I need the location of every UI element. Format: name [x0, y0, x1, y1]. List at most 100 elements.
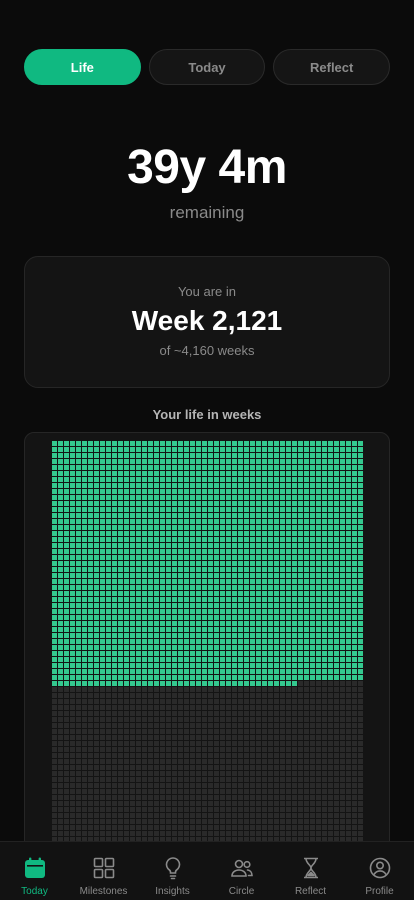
week-cell-lived — [340, 477, 345, 482]
nav-item-today[interactable]: Today — [0, 842, 69, 900]
week-cell-lived — [106, 561, 111, 566]
week-cell-lived — [190, 465, 195, 470]
week-cell-lived — [166, 597, 171, 602]
week-cell-lived — [178, 645, 183, 650]
week-cell-lived — [310, 579, 315, 584]
week-cell-lived — [166, 489, 171, 494]
nav-item-milestones[interactable]: Milestones — [69, 842, 138, 900]
week-cell-remaining — [226, 729, 231, 734]
week-cell-lived — [172, 627, 177, 632]
week-cell-lived — [112, 621, 117, 626]
week-cell-lived — [148, 657, 153, 662]
week-cell-lived — [106, 579, 111, 584]
week-cell-remaining — [334, 765, 339, 770]
week-cell-lived — [160, 489, 165, 494]
week-cell-lived — [88, 681, 93, 686]
week-cell-remaining — [136, 789, 141, 794]
week-cell-lived — [160, 591, 165, 596]
week-cell-remaining — [142, 753, 147, 758]
week-cell-remaining — [358, 807, 363, 812]
week-cell-lived — [172, 483, 177, 488]
week-cell-lived — [358, 489, 363, 494]
nav-item-profile[interactable]: Profile — [345, 842, 414, 900]
week-cell-lived — [304, 567, 309, 572]
week-cell-remaining — [358, 711, 363, 716]
week-cell-lived — [286, 567, 291, 572]
week-cell-lived — [76, 465, 81, 470]
tab-today[interactable]: Today — [148, 49, 266, 85]
week-cell-lived — [190, 549, 195, 554]
week-cell-lived — [118, 507, 123, 512]
nav-item-insights[interactable]: Insights — [138, 842, 207, 900]
week-cell-remaining — [340, 771, 345, 776]
week-cell-lived — [250, 471, 255, 476]
week-cell-remaining — [316, 813, 321, 818]
week-cell-remaining — [286, 807, 291, 812]
week-cell-remaining — [172, 699, 177, 704]
week-cell-lived — [328, 645, 333, 650]
week-cell-lived — [94, 555, 99, 560]
week-cell-lived — [190, 441, 195, 446]
week-cell-lived — [76, 489, 81, 494]
week-cell-remaining — [352, 789, 357, 794]
week-cell-lived — [70, 549, 75, 554]
week-cell-lived — [88, 585, 93, 590]
week-cell-remaining — [238, 717, 243, 722]
week-cell-lived — [292, 537, 297, 542]
week-cell-lived — [52, 561, 57, 566]
week-cell-remaining — [250, 819, 255, 824]
week-cell-remaining — [118, 783, 123, 788]
week-cell-remaining — [70, 729, 75, 734]
week-cell-remaining — [88, 813, 93, 818]
week-cell-remaining — [274, 801, 279, 806]
life-weeks-grid-card[interactable] — [24, 432, 390, 852]
week-cell-remaining — [316, 735, 321, 740]
week-cell-lived — [148, 567, 153, 572]
week-cell-lived — [214, 675, 219, 680]
week-cell-remaining — [232, 711, 237, 716]
week-cell-lived — [166, 651, 171, 656]
nav-item-reflect[interactable]: Reflect — [276, 842, 345, 900]
week-cell-lived — [88, 561, 93, 566]
week-cell-lived — [340, 459, 345, 464]
week-cell-remaining — [274, 789, 279, 794]
week-cell-lived — [172, 453, 177, 458]
week-cell-lived — [160, 525, 165, 530]
week-cell-lived — [202, 597, 207, 602]
week-cell-lived — [190, 507, 195, 512]
week-cell-lived — [136, 681, 141, 686]
week-cell-remaining — [280, 699, 285, 704]
week-cell-lived — [328, 657, 333, 662]
tab-life[interactable]: Life — [24, 49, 141, 85]
week-cell-lived — [130, 519, 135, 524]
week-cell-remaining — [100, 759, 105, 764]
week-cell-lived — [280, 549, 285, 554]
week-cell-lived — [328, 507, 333, 512]
week-cell-lived — [310, 609, 315, 614]
week-cell-remaining — [244, 771, 249, 776]
week-cell-lived — [298, 471, 303, 476]
week-cell-remaining — [196, 783, 201, 788]
week-cell-lived — [328, 555, 333, 560]
week-cell-remaining — [178, 783, 183, 788]
week-cell-lived — [340, 615, 345, 620]
week-cell-lived — [82, 597, 87, 602]
week-cell-remaining — [334, 801, 339, 806]
week-cell-lived — [208, 561, 213, 566]
week-cell-lived — [100, 507, 105, 512]
week-cell-remaining — [166, 783, 171, 788]
week-cell-remaining — [232, 753, 237, 758]
week-cell-lived — [82, 555, 87, 560]
week-cell-lived — [214, 525, 219, 530]
week-cell-remaining — [70, 771, 75, 776]
week-cell-lived — [244, 615, 249, 620]
week-cell-lived — [94, 627, 99, 632]
week-cell-lived — [136, 603, 141, 608]
week-cell-lived — [88, 555, 93, 560]
week-cell-lived — [52, 627, 57, 632]
week-cell-remaining — [310, 693, 315, 698]
tab-reflect[interactable]: Reflect — [273, 49, 391, 85]
nav-item-circle[interactable]: Circle — [207, 842, 276, 900]
week-cell-lived — [280, 471, 285, 476]
week-cell-lived — [136, 519, 141, 524]
